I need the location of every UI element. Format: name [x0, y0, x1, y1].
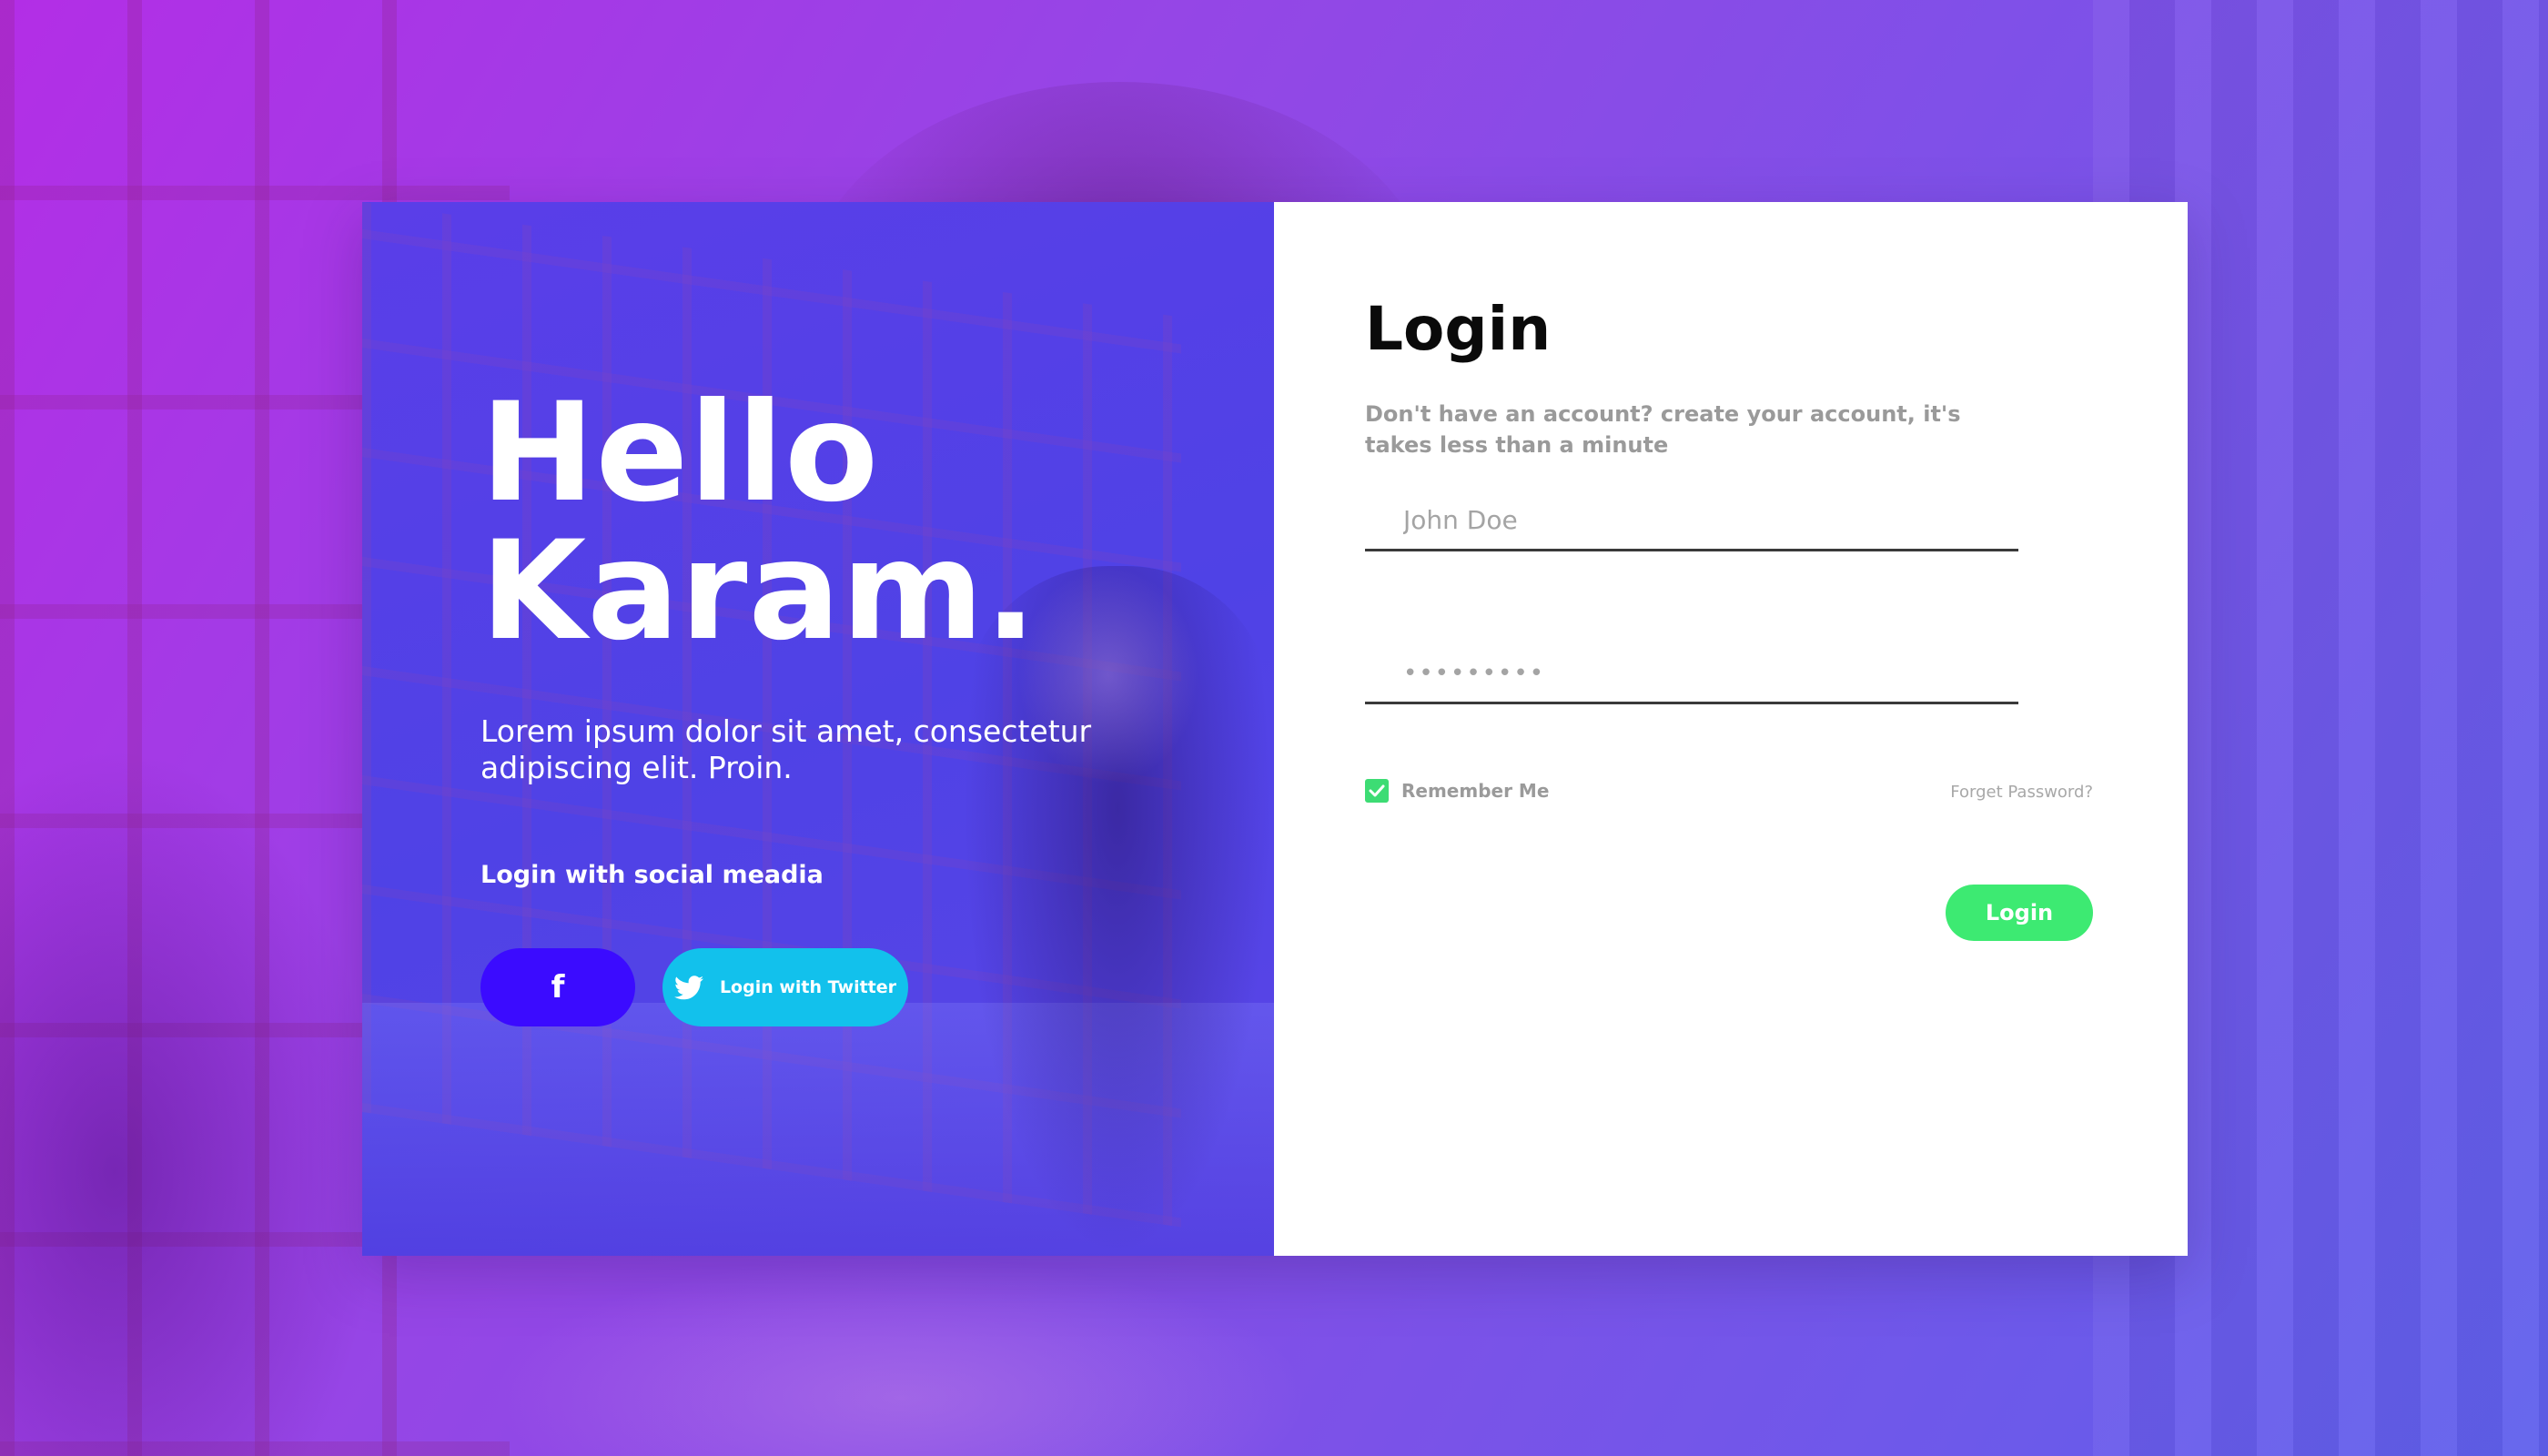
check-icon [1369, 784, 1385, 797]
welcome-panel: Hello Karam. Lorem ipsum dolor sit amet,… [362, 202, 1274, 1256]
greeting-line-1: Hello [480, 374, 880, 532]
social-login-title: Login with social meadia [480, 861, 824, 889]
login-card: Hello Karam. Lorem ipsum dolor sit amet,… [362, 202, 2188, 1256]
remember-me-label: Remember Me [1401, 780, 1550, 802]
greeting-line-2: Karam. [480, 512, 1037, 671]
facebook-login-button[interactable]: f [480, 948, 635, 1026]
welcome-content: Hello Karam. Lorem ipsum dolor sit amet,… [362, 202, 1274, 1256]
password-input[interactable] [1365, 644, 2018, 702]
greeting-heading: Hello Karam. [480, 384, 1037, 661]
twitter-login-button[interactable]: Login with Twitter [662, 948, 908, 1026]
background-shadow [0, 746, 382, 1456]
login-title: Login [1365, 294, 1552, 364]
username-field [1365, 491, 2018, 551]
welcome-lead-text: Lorem ipsum dolor sit amet, consectetur … [480, 713, 1092, 785]
login-form-panel: Login Don't have an account? create your… [1274, 202, 2188, 1256]
facebook-icon: f [551, 969, 565, 1006]
remember-me-toggle[interactable]: Remember Me [1365, 779, 1549, 803]
login-button[interactable]: Login [1946, 885, 2093, 941]
background-shoulder [491, 1256, 1310, 1456]
username-input[interactable] [1365, 491, 2018, 549]
twitter-icon [673, 975, 703, 1000]
forgot-password-link[interactable]: Forget Password? [1950, 783, 2093, 802]
remember-me-checkbox[interactable] [1365, 779, 1389, 803]
password-field [1365, 644, 2018, 704]
signup-hint: Don't have an account? create your accou… [1365, 401, 1961, 458]
twitter-login-label: Login with Twitter [719, 977, 897, 997]
